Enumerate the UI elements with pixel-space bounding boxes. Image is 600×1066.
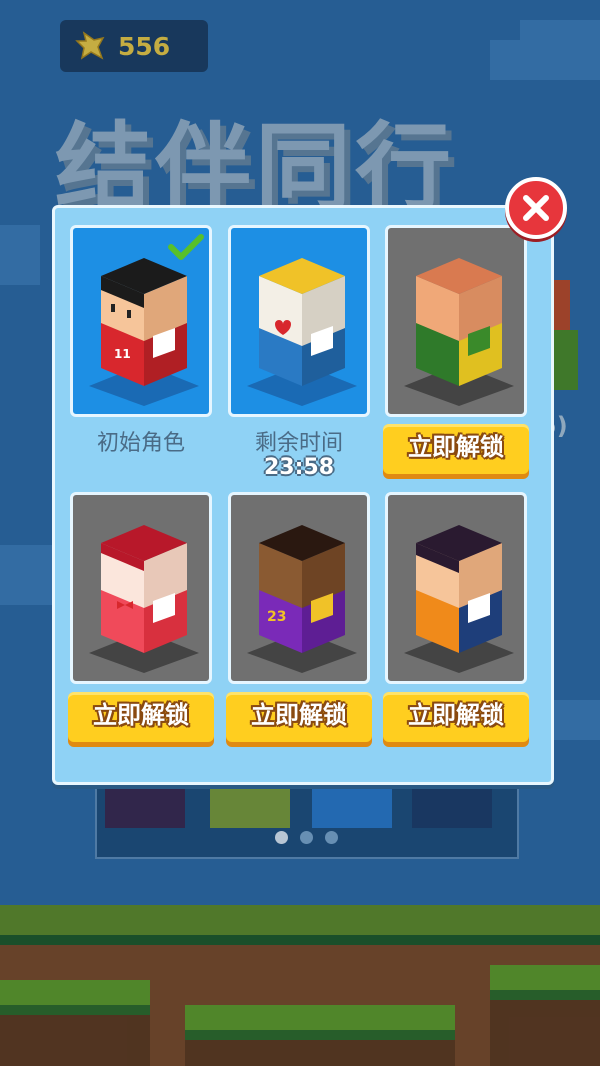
character-card-5[interactable]: 23 bbox=[228, 492, 370, 684]
unlock-button[interactable]: 立即解锁 bbox=[68, 692, 214, 742]
character-figure-icon bbox=[247, 258, 357, 406]
close-button[interactable] bbox=[505, 177, 567, 239]
character-card-2[interactable] bbox=[228, 225, 370, 417]
character-card-3[interactable] bbox=[385, 225, 527, 417]
unlock-button[interactable]: 立即解锁 bbox=[383, 692, 529, 742]
character-figure-icon bbox=[404, 525, 514, 673]
unlock-button[interactable]: 立即解锁 bbox=[383, 424, 529, 474]
jersey-number: 23 bbox=[267, 609, 286, 625]
unlock-timer: 23:58 bbox=[263, 455, 335, 480]
character-card-1[interactable]: 11 bbox=[70, 225, 212, 417]
character-card-4[interactable] bbox=[70, 492, 212, 684]
character-label: 初始角色 bbox=[96, 431, 185, 456]
check-icon bbox=[168, 234, 204, 260]
character-figure-icon bbox=[89, 525, 199, 673]
svg-text:11: 11 bbox=[114, 347, 131, 361]
unlock-button[interactable]: 立即解锁 bbox=[226, 692, 372, 742]
character-figure-icon: 23 bbox=[247, 525, 357, 673]
timer-label: 剩余时间 bbox=[254, 431, 343, 456]
close-icon bbox=[523, 195, 549, 221]
character-figure-icon bbox=[404, 258, 514, 406]
character-card-6[interactable] bbox=[385, 492, 527, 684]
character-figure-icon: 11 bbox=[89, 258, 199, 406]
